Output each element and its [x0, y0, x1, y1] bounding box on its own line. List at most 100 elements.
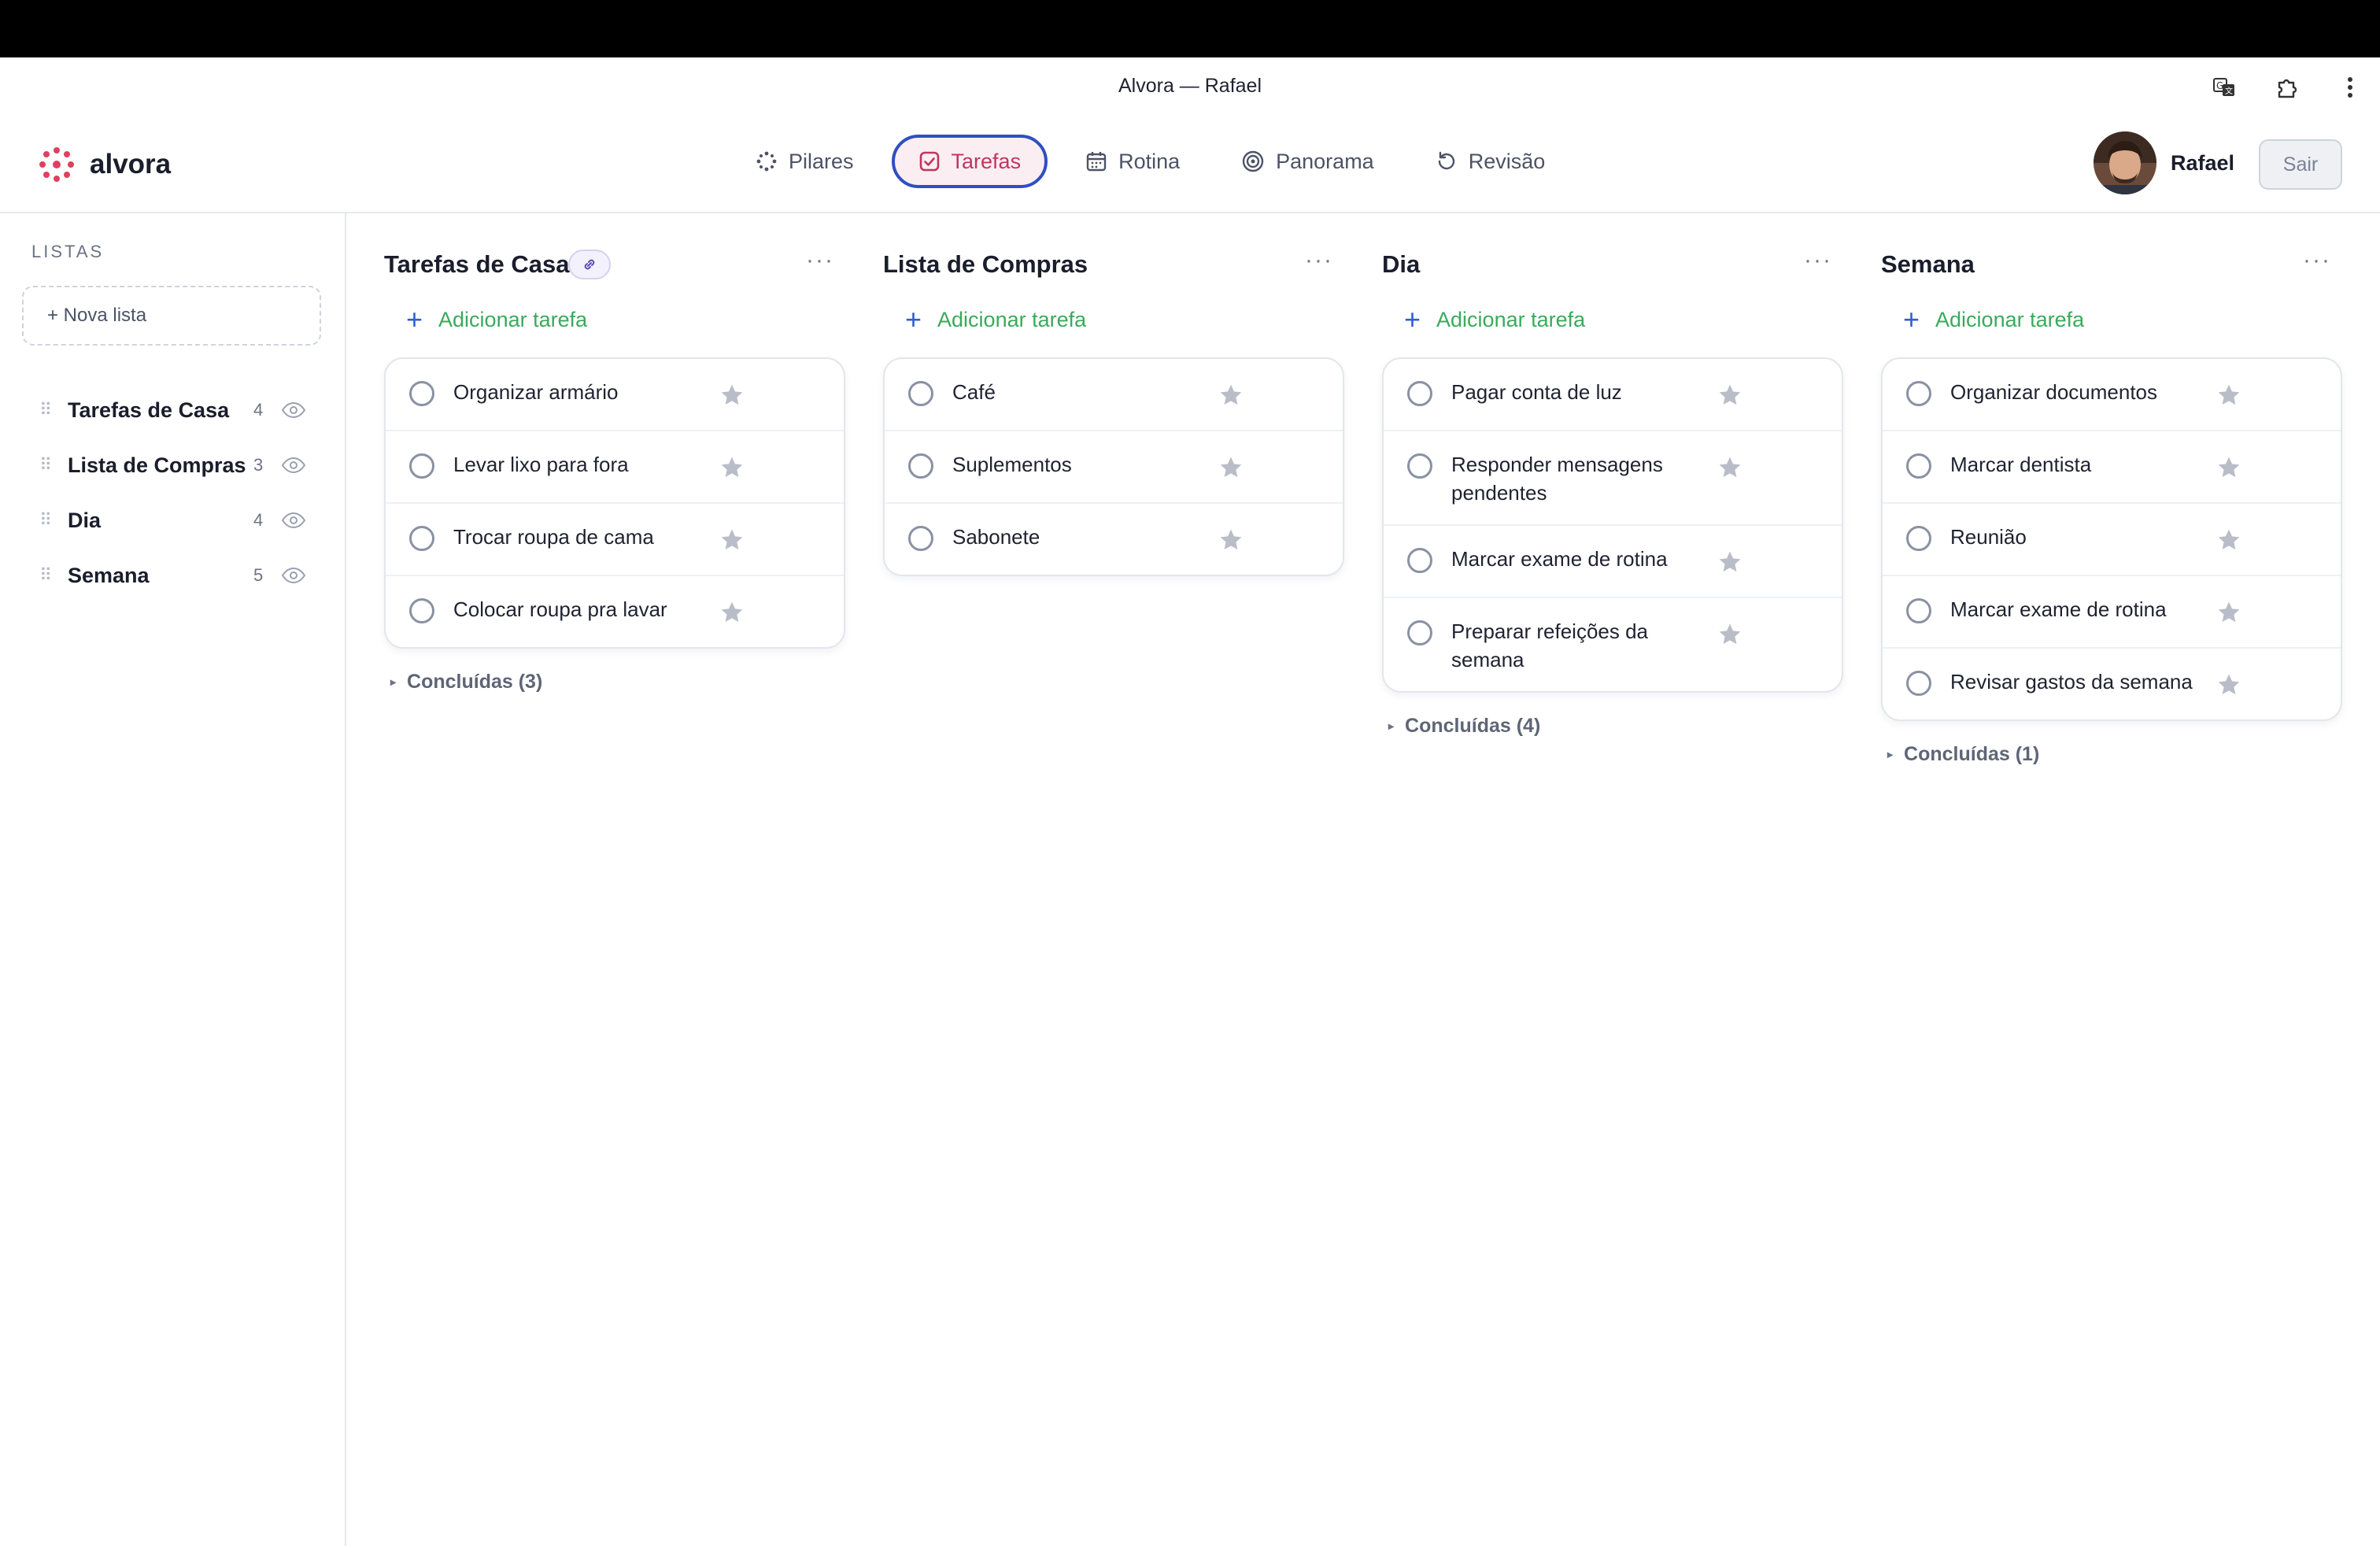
eye-icon[interactable]: [280, 566, 307, 585]
add-task-button[interactable]: + Adicionar tarefa: [1881, 298, 2342, 342]
sidebar-list-item[interactable]: ⠿ Tarefas de Casa 4: [39, 390, 307, 430]
task-checkbox[interactable]: [409, 381, 434, 406]
task-checkbox[interactable]: [1906, 381, 1931, 406]
task-text: Suplementos: [952, 453, 1072, 476]
logo[interactable]: alvora: [38, 146, 171, 183]
sidebar-list-item[interactable]: ⠿ Semana 5: [39, 556, 307, 595]
translate-icon[interactable]: G文: [2208, 72, 2240, 103]
task-text: Café: [952, 380, 996, 404]
task-checkbox[interactable]: [1407, 453, 1432, 479]
shared-link-badge[interactable]: [568, 250, 611, 279]
sidebar-list-count: 3: [253, 455, 264, 475]
task-text: Colocar roupa pra lavar: [453, 597, 667, 621]
add-task-button[interactable]: + Adicionar tarefa: [384, 298, 845, 342]
drag-handle-icon[interactable]: ⠿: [39, 565, 57, 586]
eye-icon[interactable]: [280, 511, 307, 530]
eye-icon[interactable]: [280, 401, 307, 420]
add-task-button[interactable]: + Adicionar tarefa: [883, 298, 1344, 342]
task-checkbox[interactable]: [1906, 526, 1931, 551]
task-item[interactable]: Colocar roupa pra lavar: [386, 576, 844, 647]
completed-toggle[interactable]: ▸ Concluídas (1): [1881, 743, 2342, 766]
sidebar-list-name: Dia: [68, 508, 102, 532]
task-item[interactable]: Responder mensagens pendentes: [1384, 431, 1842, 526]
star-icon[interactable]: [1717, 549, 1743, 575]
task-checkbox[interactable]: [409, 598, 434, 623]
star-icon[interactable]: [1717, 383, 1743, 408]
task-item[interactable]: Organizar documentos: [1883, 359, 2341, 431]
task-checkbox[interactable]: [1906, 671, 1931, 696]
star-icon[interactable]: [2216, 600, 2241, 625]
nav-tab-revisao[interactable]: Revisão: [1412, 135, 1569, 188]
star-icon[interactable]: [2216, 672, 2241, 697]
task-item[interactable]: Café: [885, 359, 1343, 431]
window-title-bar: Alvora — Rafael G文: [0, 57, 2380, 117]
drag-handle-icon[interactable]: ⠿: [39, 400, 57, 420]
avatar[interactable]: [2094, 131, 2156, 194]
star-icon[interactable]: [2216, 383, 2241, 408]
task-checkbox[interactable]: [908, 453, 933, 479]
nav-tab-rotina[interactable]: Rotina: [1062, 135, 1203, 188]
drag-handle-icon[interactable]: ⠿: [39, 510, 57, 531]
nav-tab-tarefas[interactable]: Tarefas: [891, 135, 1048, 188]
nav-tab-panorama[interactable]: Panorama: [1218, 135, 1398, 188]
drag-handle-icon[interactable]: ⠿: [39, 455, 57, 475]
task-item[interactable]: Levar lixo para fora: [386, 431, 844, 504]
task-item[interactable]: Sabonete: [885, 504, 1343, 575]
task-item[interactable]: Preparar refeições da semana: [1384, 598, 1842, 691]
completed-toggle[interactable]: ▸ Concluídas (4): [1382, 715, 1843, 738]
eye-icon[interactable]: [280, 456, 307, 475]
task-checkbox[interactable]: [1407, 620, 1432, 645]
new-list-button[interactable]: + Nova lista: [22, 286, 321, 346]
column-more-menu-icon[interactable]: ···: [2303, 247, 2331, 274]
checkbox-icon: [919, 151, 939, 172]
completed-toggle[interactable]: ▸ Concluídas (3): [384, 671, 845, 693]
star-icon[interactable]: [1717, 455, 1743, 480]
task-item[interactable]: Pagar conta de luz: [1384, 359, 1842, 431]
star-icon[interactable]: [719, 527, 745, 553]
star-icon[interactable]: [1218, 527, 1244, 553]
link-icon: [584, 259, 595, 270]
task-checkbox[interactable]: [1906, 598, 1931, 623]
task-text: Responder mensagens pendentes: [1451, 453, 1663, 505]
add-task-label: Adicionar tarefa: [937, 307, 1087, 331]
task-checkbox[interactable]: [908, 381, 933, 406]
task-item[interactable]: Organizar armário: [386, 359, 844, 431]
task-card: Café Suplementos Sabonete: [883, 357, 1344, 576]
star-icon[interactable]: [1218, 383, 1244, 408]
task-item[interactable]: Marcar dentista: [1883, 431, 2341, 504]
nav-tab-label: Panorama: [1276, 149, 1374, 173]
star-icon[interactable]: [719, 455, 745, 480]
user-menu[interactable]: Rafael: [2094, 131, 2234, 194]
task-item[interactable]: Suplementos: [885, 431, 1343, 504]
star-icon[interactable]: [719, 383, 745, 408]
task-checkbox[interactable]: [1906, 453, 1931, 479]
task-checkbox[interactable]: [409, 526, 434, 551]
task-checkbox[interactable]: [1407, 548, 1432, 573]
column-more-menu-icon[interactable]: ···: [806, 247, 834, 274]
more-vertical-icon[interactable]: [2334, 72, 2366, 103]
task-item[interactable]: Revisar gastos da semana: [1883, 649, 2341, 719]
sidebar-list-item[interactable]: ⠿ Lista de Compras 3: [39, 446, 307, 485]
task-item[interactable]: Trocar roupa de cama: [386, 504, 844, 576]
task-checkbox[interactable]: [908, 526, 933, 551]
column-more-menu-icon[interactable]: ···: [1305, 247, 1333, 274]
task-text: Pagar conta de luz: [1451, 380, 1622, 404]
extension-puzzle-icon[interactable]: [2271, 72, 2303, 103]
column-more-menu-icon[interactable]: ···: [1804, 247, 1832, 274]
logout-button[interactable]: Sair: [2259, 139, 2342, 190]
task-item[interactable]: Marcar exame de rotina: [1384, 526, 1842, 598]
star-icon[interactable]: [2216, 455, 2241, 480]
task-item[interactable]: Marcar exame de rotina: [1883, 576, 2341, 649]
task-checkbox[interactable]: [409, 453, 434, 479]
add-task-button[interactable]: + Adicionar tarefa: [1382, 298, 1843, 342]
star-icon[interactable]: [2216, 527, 2241, 553]
dots-icon: [756, 151, 777, 172]
nav-tab-pilares[interactable]: Pilares: [732, 135, 878, 188]
star-icon[interactable]: [719, 600, 745, 625]
star-icon[interactable]: [1218, 455, 1244, 480]
sidebar-list-item[interactable]: ⠿ Dia 4: [39, 501, 307, 540]
star-icon[interactable]: [1717, 622, 1743, 647]
sidebar-list-count: 4: [253, 510, 264, 530]
task-item[interactable]: Reunião: [1883, 504, 2341, 576]
task-checkbox[interactable]: [1407, 381, 1432, 406]
